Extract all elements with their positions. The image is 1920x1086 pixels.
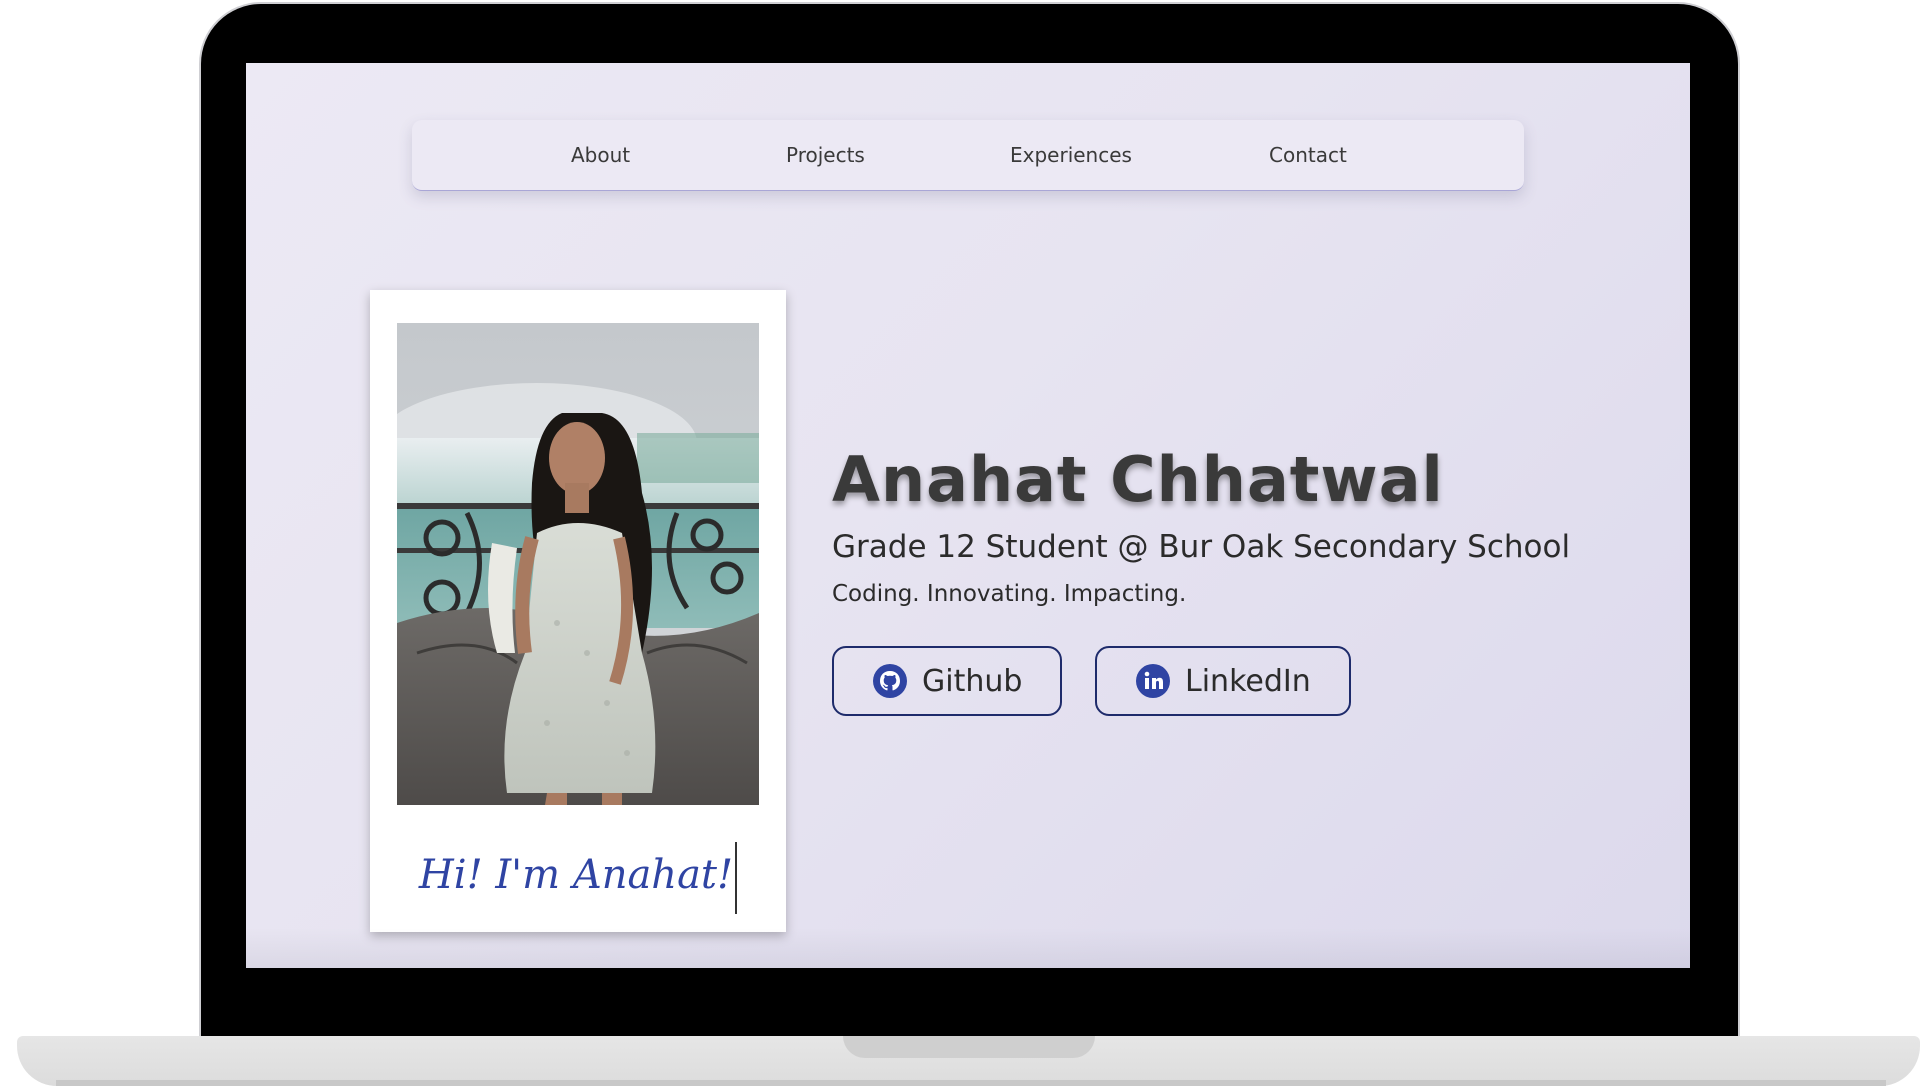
caption-text: Hi! I'm Anahat! xyxy=(418,852,734,898)
linkedin-label: LinkedIn xyxy=(1185,663,1311,699)
polaroid-caption: Hi! I'm Anahat! xyxy=(370,840,786,914)
github-label: Github xyxy=(922,663,1023,699)
laptop-screen: About Projects Experiences Contact Hi! I… xyxy=(246,63,1690,968)
nav-projects[interactable]: Projects xyxy=(786,120,865,190)
laptop-base-shadow xyxy=(56,1080,1886,1086)
text-cursor xyxy=(735,842,738,914)
polaroid-card: Hi! I'm Anahat! xyxy=(370,290,786,932)
laptop-notch xyxy=(843,1036,1095,1058)
github-button[interactable]: Github xyxy=(832,646,1062,716)
nav-about[interactable]: About xyxy=(571,120,630,190)
hero-subtitle: Grade 12 Student @ Bur Oak Secondary Sch… xyxy=(832,529,1571,565)
top-navigation: About Projects Experiences Contact xyxy=(412,120,1524,191)
nav-contact[interactable]: Contact xyxy=(1269,120,1347,190)
linkedin-button[interactable]: LinkedIn xyxy=(1095,646,1351,716)
hero-tagline: Coding. Innovating. Impacting. xyxy=(832,581,1187,607)
hero-name: Anahat Chhatwal xyxy=(832,443,1444,516)
github-icon xyxy=(872,663,908,699)
profile-photo xyxy=(397,323,759,805)
nav-experiences[interactable]: Experiences xyxy=(1010,120,1132,190)
linkedin-icon xyxy=(1135,663,1171,699)
